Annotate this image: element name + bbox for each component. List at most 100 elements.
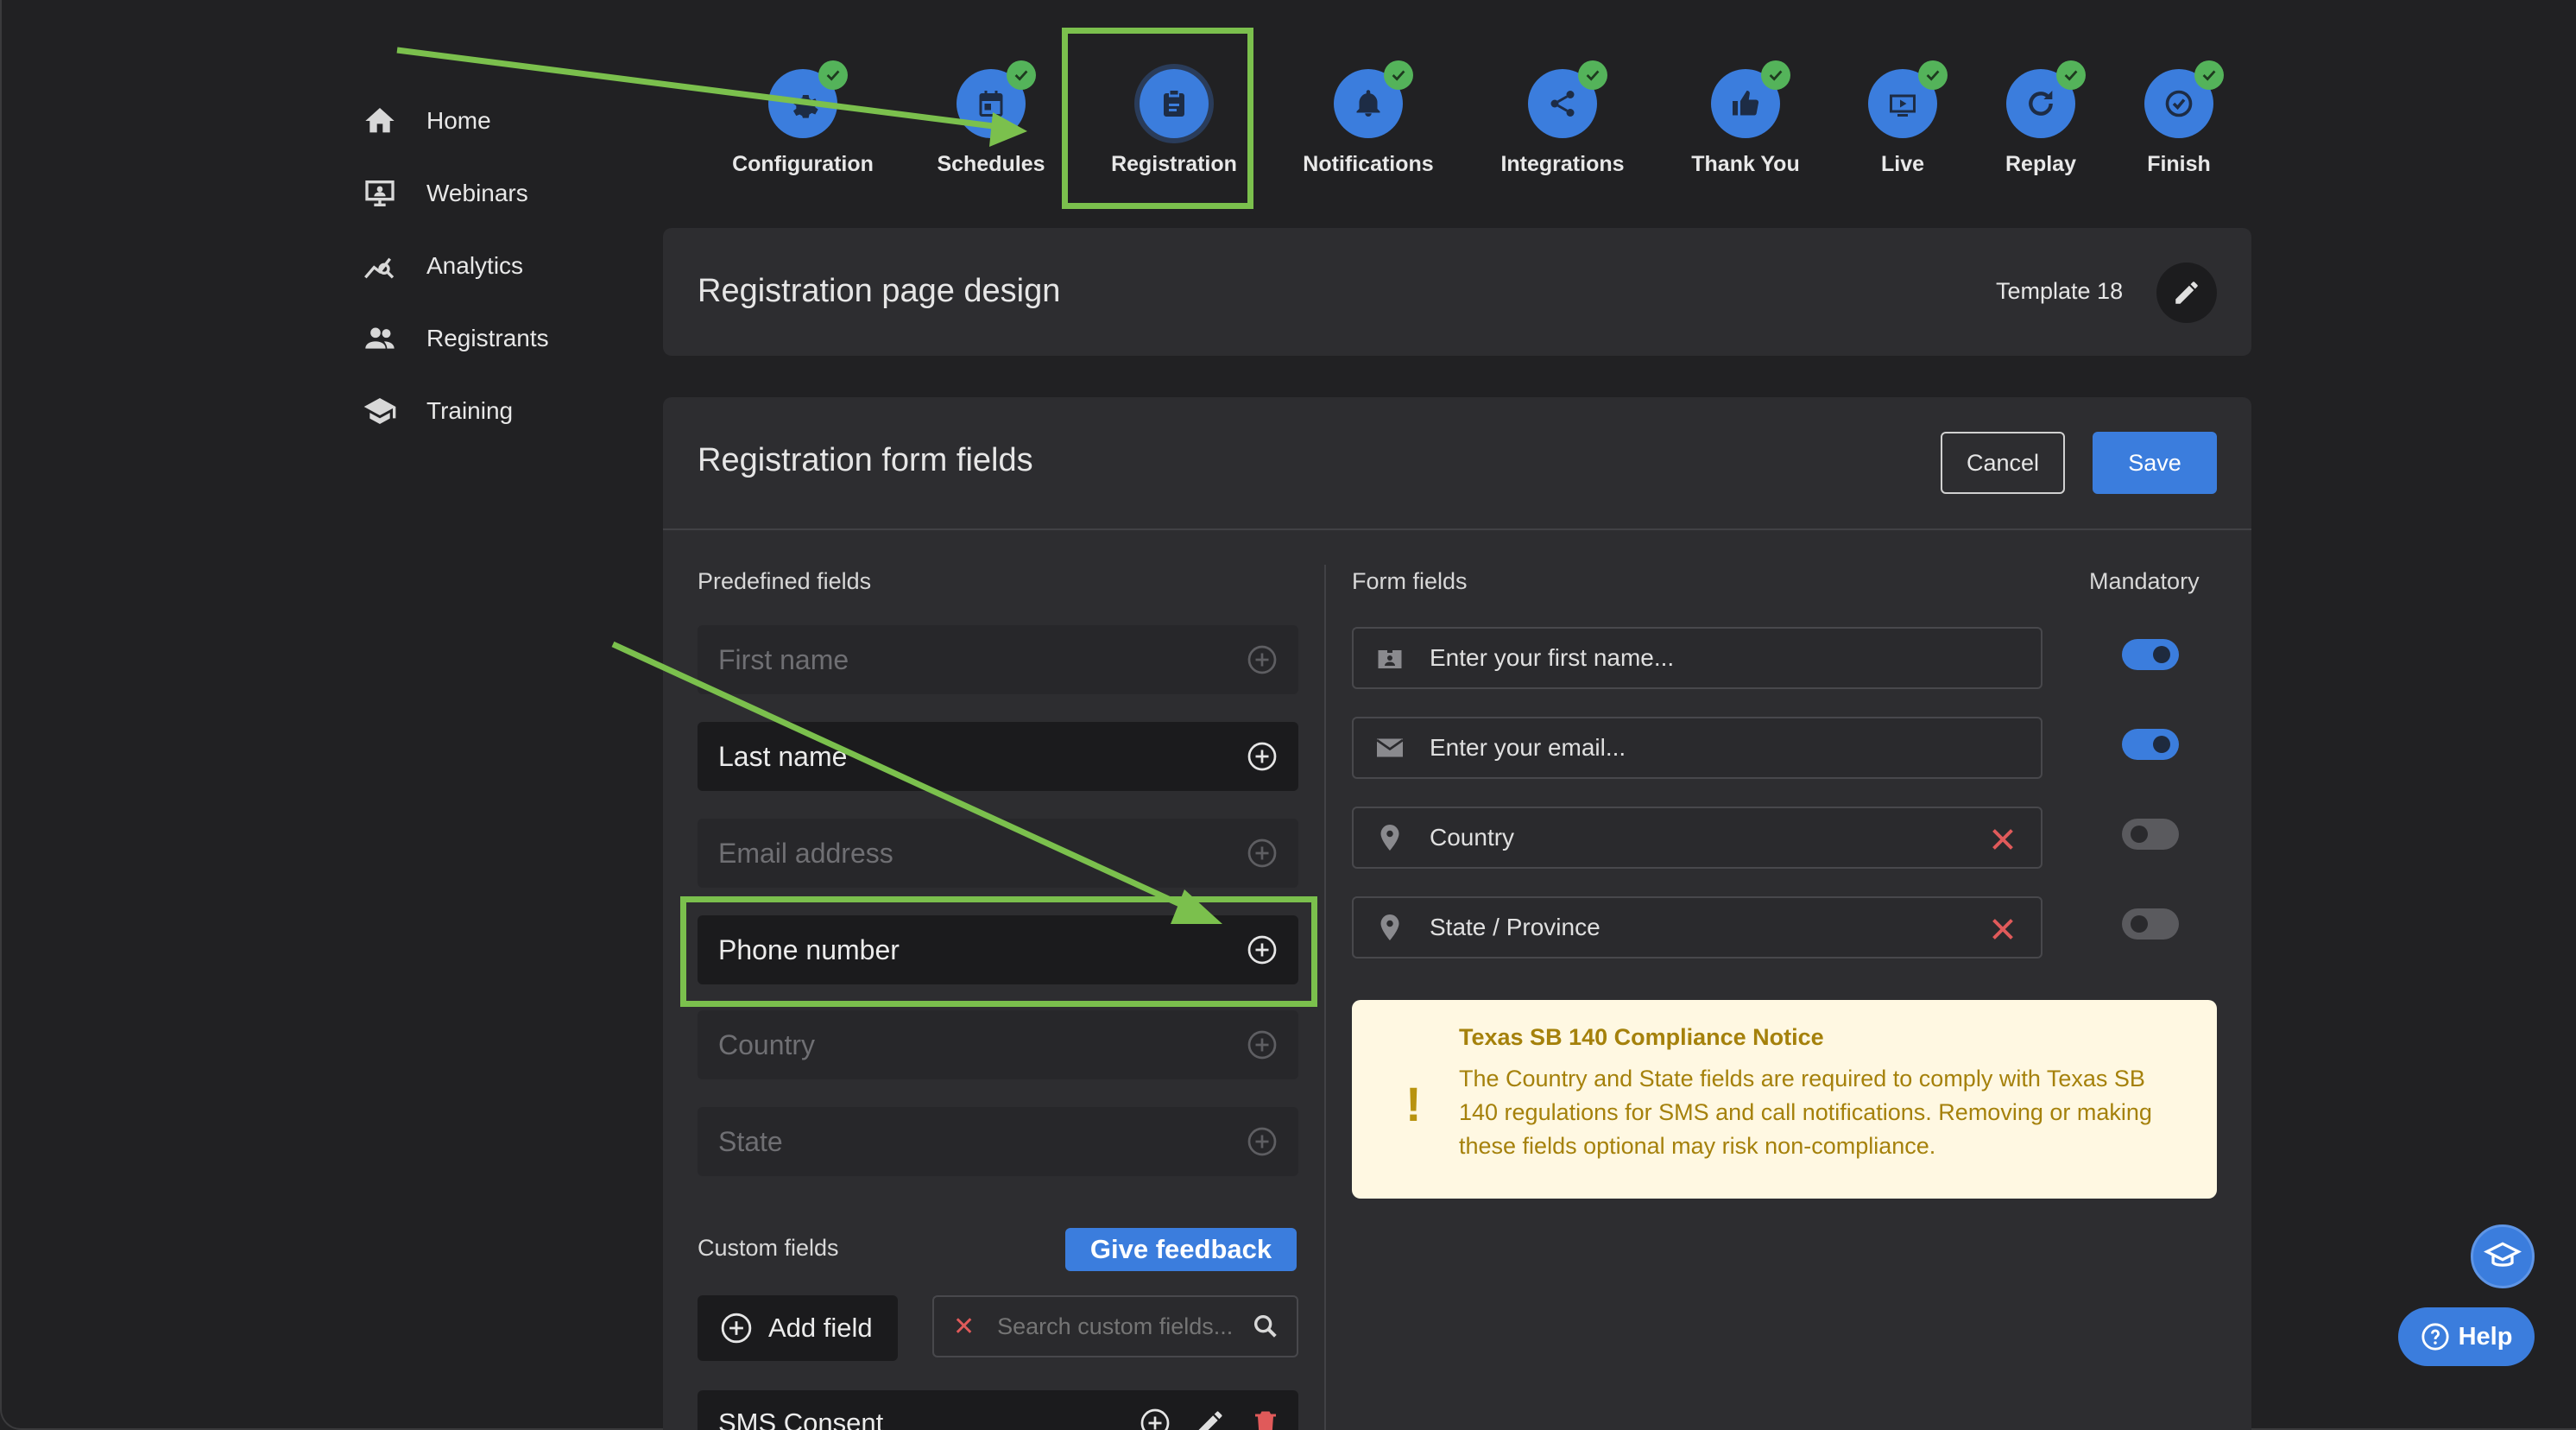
- form-field-first-name[interactable]: Enter your first name...: [1352, 627, 2042, 689]
- step-notifications[interactable]: Notifications: [1273, 60, 1463, 177]
- step-integrations[interactable]: Integrations: [1468, 60, 1657, 177]
- notice-body: The Country and State fields are require…: [1459, 1066, 2152, 1159]
- trash-icon[interactable]: [1250, 1408, 1281, 1430]
- cancel-button[interactable]: Cancel: [1941, 432, 2065, 494]
- sidebar: Home Webinars Analytics Registrants Trai…: [363, 85, 639, 447]
- home-icon: [365, 108, 395, 133]
- predefined-field-email[interactable]: Email address: [698, 819, 1298, 888]
- column-divider: [1324, 565, 1326, 1430]
- add-circle-icon[interactable]: [1247, 1126, 1278, 1157]
- mandatory-toggle-first-name[interactable]: [2122, 639, 2179, 670]
- help-icon: [2421, 1323, 2449, 1351]
- location-pin-icon: [1380, 914, 1399, 940]
- thumbs-up-icon: [1733, 91, 1759, 116]
- annotation-highlight-phone-number: [680, 896, 1317, 1007]
- pencil-icon[interactable]: [1195, 1408, 1226, 1430]
- completed-check-icon: [1761, 60, 1790, 90]
- sidebar-item-training[interactable]: Training: [363, 375, 639, 447]
- id-card-icon: [1378, 646, 1402, 668]
- sidebar-item-label: Webinars: [426, 180, 528, 206]
- step-configuration[interactable]: Configuration: [708, 60, 898, 177]
- predefined-field-state[interactable]: State: [698, 1107, 1298, 1176]
- form-field-text: Enter your first name...: [1430, 644, 1675, 671]
- step-label: Notifications: [1303, 152, 1434, 176]
- search-input[interactable]: [997, 1313, 1248, 1340]
- form-field-text: Country: [1430, 824, 1515, 851]
- add-circle-icon: [721, 1313, 752, 1344]
- notice-title: Texas SB 140 Compliance Notice: [1459, 1024, 1824, 1050]
- sidebar-item-webinars[interactable]: Webinars: [363, 157, 639, 230]
- add-field-button[interactable]: Add field: [698, 1295, 898, 1361]
- share-icon: [1550, 91, 1575, 117]
- predefined-field-label: Country: [718, 1028, 816, 1060]
- predefined-field-last-name[interactable]: Last name: [698, 722, 1298, 791]
- form-field-text: State / Province: [1430, 914, 1601, 940]
- add-circle-icon[interactable]: [1247, 644, 1278, 675]
- custom-field-label: SMS Consent: [718, 1408, 884, 1430]
- design-panel-title: Registration page design: [698, 273, 1061, 309]
- people-icon: [365, 327, 395, 349]
- completed-check-icon: [2056, 60, 2086, 90]
- sidebar-item-home[interactable]: Home: [363, 85, 639, 157]
- form-field-email[interactable]: Enter your email...: [1352, 717, 2042, 779]
- help-button[interactable]: Help: [2398, 1307, 2535, 1366]
- wizard-stepper: Configuration Schedules Registration Not…: [691, 52, 2245, 199]
- mandatory-toggle-email[interactable]: [2122, 729, 2179, 760]
- sidebar-item-label: Training: [426, 397, 514, 424]
- add-circle-icon[interactable]: [1247, 741, 1278, 772]
- gear-icon: [793, 95, 818, 118]
- edit-template-button[interactable]: [2156, 263, 2217, 323]
- completed-check-icon: [818, 60, 848, 90]
- search-icon[interactable]: [1251, 1312, 1280, 1341]
- remove-field-icon[interactable]: [1987, 824, 2018, 855]
- add-field-label: Add field: [768, 1313, 873, 1343]
- step-finish[interactable]: Finish: [2084, 60, 2274, 177]
- give-feedback-button[interactable]: Give feedback: [1065, 1228, 1297, 1271]
- registration-page-design-panel: Registration page design Template 18: [663, 228, 2251, 356]
- envelope-icon: [1376, 738, 1404, 757]
- form-field-state-province[interactable]: State / Province: [1352, 896, 2042, 959]
- mandatory-toggle-country[interactable]: [2122, 819, 2179, 850]
- form-field-country[interactable]: Country: [1352, 807, 2042, 869]
- form-panel-title: Registration form fields: [698, 442, 1033, 478]
- predefined-field-label: Email address: [718, 837, 893, 869]
- sidebar-item-label: Home: [426, 107, 491, 134]
- mandatory-label: Mandatory: [2089, 568, 2200, 594]
- completed-check-icon: [1384, 60, 1413, 90]
- predefined-fields-label: Predefined fields: [698, 568, 872, 594]
- clear-search-icon[interactable]: ✕: [953, 1312, 975, 1342]
- predefined-field-country[interactable]: Country: [698, 1010, 1298, 1079]
- live-icon: [1890, 94, 1916, 117]
- completed-check-icon: [1007, 60, 1036, 90]
- step-schedules[interactable]: Schedules: [896, 60, 1086, 177]
- mandatory-toggle-state-province[interactable]: [2122, 908, 2179, 940]
- sidebar-item-registrants[interactable]: Registrants: [363, 302, 639, 375]
- add-circle-icon[interactable]: [1247, 1029, 1278, 1060]
- remove-field-icon[interactable]: [1987, 914, 2018, 945]
- warning-icon: !: [1405, 1077, 1422, 1131]
- predefined-field-label: State: [718, 1125, 783, 1157]
- graduation-cap-icon: [2484, 1242, 2522, 1267]
- replay-icon: [2029, 91, 2053, 116]
- add-circle-icon[interactable]: [1247, 838, 1278, 869]
- custom-field-row[interactable]: SMS Consent: [698, 1390, 1298, 1430]
- bell-icon: [1356, 90, 1380, 117]
- form-fields-label: Form fields: [1352, 568, 1468, 594]
- completed-check-icon: [2194, 60, 2224, 90]
- panel-divider: [663, 528, 2251, 530]
- finish-icon: [2165, 90, 2193, 117]
- sidebar-item-analytics[interactable]: Analytics: [363, 230, 639, 302]
- template-name: Template 18: [1996, 278, 2124, 304]
- help-label: Help: [2458, 1322, 2513, 1351]
- monitor-icon: [365, 180, 395, 206]
- predefined-field-label: First name: [718, 643, 849, 675]
- annotation-highlight-registration: [1062, 28, 1253, 209]
- save-button[interactable]: Save: [2093, 432, 2217, 494]
- learning-center-button[interactable]: [2471, 1224, 2535, 1288]
- predefined-field-label: Last name: [718, 740, 848, 772]
- compliance-notice: ! Texas SB 140 Compliance Notice The Cou…: [1352, 1000, 2217, 1199]
- step-label: Schedules: [937, 152, 1045, 176]
- graduation-cap-icon: [363, 398, 396, 424]
- predefined-field-first-name[interactable]: First name: [698, 625, 1298, 694]
- add-circle-icon[interactable]: [1140, 1408, 1171, 1430]
